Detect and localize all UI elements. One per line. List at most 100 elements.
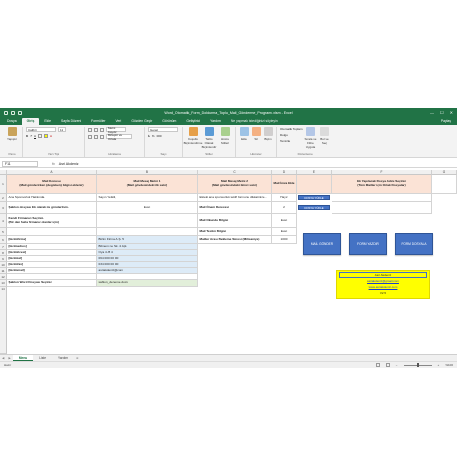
share-button[interactable]: Paylaş [435,118,457,125]
cell-c2[interactable]: Ekteki ana sponsorluk teklif formunu dik… [198,194,272,202]
tab-developer[interactable]: Geliştirici [181,118,205,125]
credit-name[interactable]: Asri Akdeniz [339,272,427,278]
font-size-select[interactable]: 11 [58,127,66,132]
row-header-4[interactable]: 4 [0,214,7,228]
file-load-button-1[interactable]: DOSYA YÜKLE [298,195,330,200]
redo-icon[interactable] [18,110,22,115]
merge-center-button[interactable]: Birleştir ve Ortala [106,133,132,141]
row-header-1[interactable]: 1 [0,175,7,194]
cell-d3[interactable]: 2 [272,202,297,214]
tab-data[interactable]: Veri [110,118,126,125]
row-header-3[interactable]: 3 [0,202,7,214]
zoom-out-icon[interactable]: − [396,363,398,367]
bold-icon[interactable]: K [26,134,28,138]
send-mail-button[interactable]: MAİL GÖNDER [303,233,341,255]
fill-button[interactable]: Dolgu [280,133,302,137]
tab-file[interactable]: Dosya [2,118,22,125]
clear-button[interactable]: Temizle [280,139,302,143]
delete-cells-button[interactable]: Sil [251,127,261,141]
tab-help[interactable]: Yardım [205,118,226,125]
row-header-5[interactable]: 5 [0,228,7,236]
add-sheet-icon[interactable]: ⊕ [76,356,79,360]
minimize-button[interactable]: — [430,110,434,115]
cell-a4[interactable]: Kendi Firmanızı Seçiniz. (Bir den fazla f… [7,214,97,228]
form-file-button[interactable]: FORM DOSYALA [395,233,433,255]
format-table-button[interactable]: Tablo Olarak Biçimlendir [202,127,216,149]
align-middle-icon[interactable] [94,127,98,132]
comma-icon[interactable]: 000 [157,134,162,138]
normal-view-icon[interactable] [375,363,380,367]
align-bottom-icon[interactable] [100,127,104,132]
credit-email[interactable]: asriakdeniz@gmail.com [337,279,429,283]
cell-c3[interactable]: Mail Önem Derecesi [198,202,272,214]
zoom-in-icon[interactable]: + [438,363,440,367]
paste-button[interactable]: Yapıştır [5,127,19,141]
cell-d1[interactable]: Mail İmza Ekle [272,175,297,194]
cell-d4[interactable]: Evet [272,214,297,228]
cell-f1[interactable]: Ek Yapılacak Dosya Adını Seçiniz (Tüm Mai… [332,175,432,194]
cell-a3[interactable]: Şablon dosyası Ek olarak mı gönderilsin. [7,202,97,214]
save-icon[interactable] [4,110,8,115]
cell-b4[interactable] [97,214,198,228]
formula-input[interactable]: Asri Akdeniz [59,162,457,166]
credit-site[interactable]: www.asriakdeniz.com [337,285,429,289]
align-left-icon[interactable] [88,134,92,139]
tab-review[interactable]: Gözden Geçir [126,118,157,125]
currency-icon[interactable]: ₺ [148,134,150,138]
align-right-icon[interactable] [100,134,104,139]
row-header-6[interactable]: 6 [0,236,7,244]
cell-c4[interactable]: Mail Okundu Bilgisi [198,214,272,228]
border-icon[interactable] [38,134,43,138]
font-name-select[interactable]: Calibri [26,127,56,132]
font-color-icon[interactable]: A [50,134,52,138]
autosum-button[interactable]: Otomatik Toplam [280,127,302,131]
close-button[interactable]: ✕ [450,110,453,115]
page-layout-view-icon[interactable] [385,363,390,367]
name-box[interactable]: F11 [2,160,38,167]
tab-page-layout[interactable]: Sayfa Düzeni [56,118,86,125]
cell-b2[interactable]: Sayın Yetkili, [97,194,198,202]
cell-c1[interactable]: Mail Mesaj Metni 2 (Mail gövdesindeki iki… [198,175,272,194]
cell-b3[interactable]: Evet [97,202,198,214]
number-format-select[interactable]: Genel [148,127,178,132]
file-load-button-2[interactable]: DOSYA YÜKLE [298,205,330,210]
sort-filter-button[interactable]: Sırala ve Filtre Uygula [304,127,316,149]
align-center-icon[interactable] [94,134,98,139]
cell-a6[interactable]: [bizimfirma] [7,236,97,244]
tab-view[interactable]: Görünüm [157,118,181,125]
form-write-button[interactable]: FORM YAZDIR [349,233,387,255]
underline-icon[interactable]: A [34,134,36,138]
insert-cells-button[interactable]: Ekle [239,127,249,141]
cell-d2[interactable]: Hayır [272,194,297,202]
cell-b6[interactable]: Bizim Firma A.Ş. 5 [97,236,198,244]
cell-b1[interactable]: Mail Mesaj Metni 1 (Mail gövdesindeki ilk… [97,175,198,194]
cell-styles-button[interactable]: Hücre Stilleri [218,127,232,145]
cell-b5[interactable] [97,228,198,236]
cell-f2[interactable] [332,194,432,202]
cell-c5[interactable]: Mail Teslim Bilgisi [198,228,272,236]
cell-d6[interactable]: 1000 [272,236,297,244]
cell-a1[interactable]: Mail Konusu (Mail gönderirken {degisken} … [7,175,97,194]
tab-insert[interactable]: Ekle [39,118,56,125]
percent-icon[interactable]: % [152,134,155,138]
sheet-next-icon[interactable]: ▶ [8,356,10,360]
cell-c6[interactable]: Mailler Arası Bekleme Süresi (Milisaniye… [198,236,272,244]
tell-me-box[interactable]: Ne yapmak istediğinizi söyleyin [226,118,283,125]
cell-a13[interactable]: Şablon Word Dosyası Seçiniz [7,280,97,287]
cell-a2[interactable]: Ana Sponsorluk Hakkında. [7,194,97,202]
cell-e1[interactable] [297,175,332,194]
row-header-2[interactable]: 2 [0,194,7,202]
maximize-button[interactable]: ☐ [440,110,444,115]
cell-b13[interactable]: sablon_deneme.docx [97,280,198,287]
italic-icon[interactable]: T [30,134,32,138]
zoom-level[interactable]: %100 [445,363,453,367]
tab-formulas[interactable]: Formüller [86,118,110,125]
cell-g1[interactable] [432,175,457,194]
cell-f3[interactable] [332,202,432,214]
find-select-button[interactable]: Bul ve Seç [318,127,330,145]
fill-color-icon[interactable] [44,134,49,138]
sheet-prev-icon[interactable]: ◀ [2,356,4,360]
tab-home[interactable]: Giriş [21,118,40,125]
fx-icon[interactable]: fx [52,162,55,166]
format-cells-button[interactable]: Biçim [263,127,273,141]
